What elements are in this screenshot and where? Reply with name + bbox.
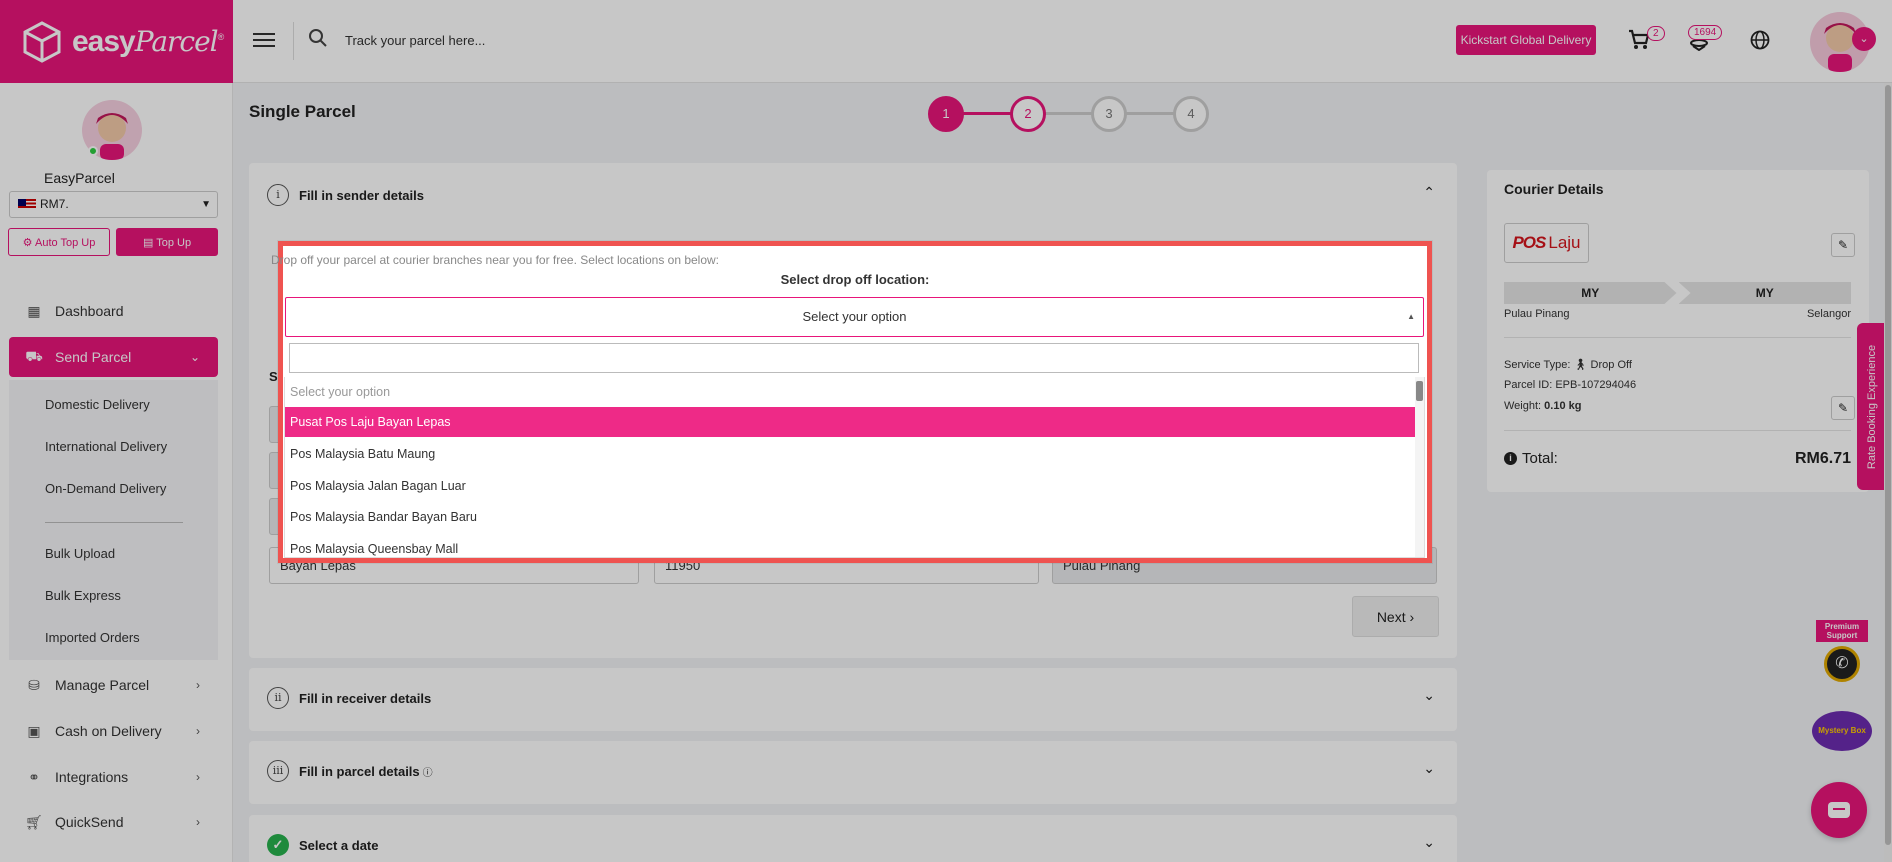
drop-off-location-select[interactable]: Select your option ▲	[285, 297, 1424, 337]
dropdown-search-input[interactable]	[289, 343, 1419, 373]
dropdown-options-list[interactable]: Select your option Pusat Pos Laju Bayan …	[284, 377, 1425, 558]
dropdown-option[interactable]: Pos Malaysia Queensbay Mall	[285, 534, 1415, 557]
drop-off-location-dialog: Drop off your parcel at courier branches…	[271, 241, 1432, 563]
dropdown-option[interactable]: Pos Malaysia Batu Maung	[285, 439, 1415, 469]
dropdown-option[interactable]: Select your option	[285, 377, 1415, 407]
dropdown-option[interactable]: Pos Malaysia Bandar Bayan Baru	[285, 502, 1415, 532]
caret-up-icon: ▲	[1407, 312, 1415, 321]
dropdown-option-highlighted[interactable]: Pusat Pos Laju Bayan Lepas	[285, 407, 1415, 437]
dropdown-scrollbar[interactable]	[1415, 377, 1424, 557]
drop-off-label: Select drop off location:	[780, 272, 930, 287]
drop-off-note: Drop off your parcel at courier branches…	[271, 253, 720, 267]
dropdown-option[interactable]: Pos Malaysia Jalan Bagan Luar	[285, 471, 1415, 501]
